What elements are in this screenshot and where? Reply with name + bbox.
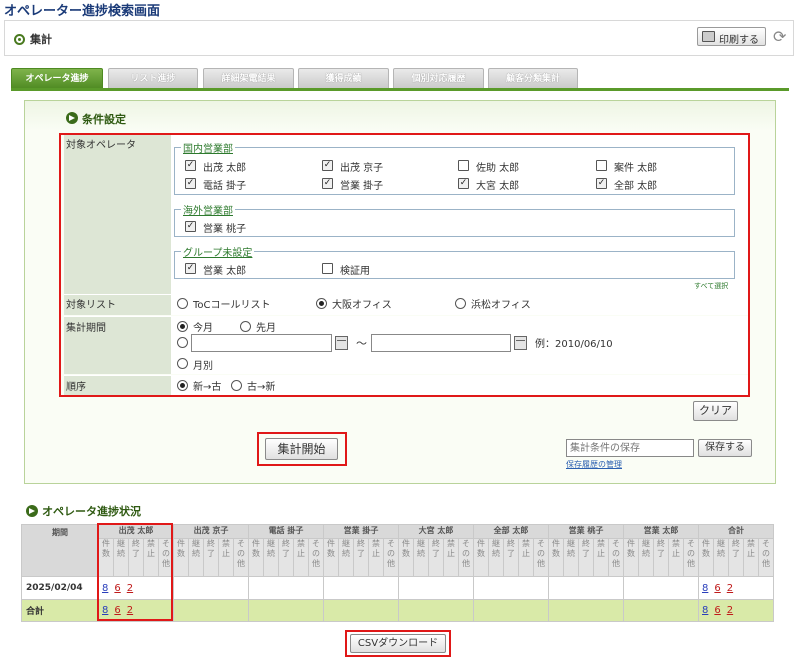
sub-header: 件数: [323, 538, 339, 577]
sub-header: 件数: [698, 538, 714, 577]
sub-header: 終了: [353, 538, 369, 577]
sub-header: 禁止: [293, 538, 309, 577]
sub-header: 終了: [428, 538, 444, 577]
tab-operator-progress[interactable]: オペレータ進捗: [11, 68, 103, 89]
count-link[interactable]: 8: [702, 605, 708, 616]
sub-header: 継続: [338, 538, 354, 577]
sub-header: その他: [683, 538, 699, 577]
print-button[interactable]: 印刷する: [697, 27, 766, 46]
row-label: 合計: [21, 599, 99, 622]
period-header: 期間: [21, 524, 99, 577]
sub-header: 終了: [203, 538, 219, 577]
operator-header: 合計: [698, 524, 774, 539]
section-bullet-icon: [14, 34, 25, 45]
tab-individual-history[interactable]: 個別対応履歴: [393, 68, 484, 89]
sub-header: 継続: [563, 538, 579, 577]
page-title: オペレーター進捗検索画面: [4, 4, 161, 19]
sub-header: 禁止: [218, 538, 234, 577]
save-condition-input[interactable]: [566, 439, 694, 457]
sub-header: 継続: [413, 538, 429, 577]
sub-header: 終了: [728, 538, 744, 577]
count-link[interactable]: 6: [714, 605, 720, 616]
sub-header: 禁止: [368, 538, 384, 577]
operator-header: 営業 掛子: [323, 524, 399, 539]
sub-header: その他: [533, 538, 549, 577]
count-link[interactable]: 6: [714, 583, 720, 594]
sub-header: 終了: [503, 538, 519, 577]
operator-header: 営業 太郎: [623, 524, 699, 539]
start-aggregation-button[interactable]: 集計開始: [265, 438, 338, 460]
sub-header: 継続: [188, 538, 204, 577]
sub-header: 件数: [248, 538, 264, 577]
sub-header: その他: [458, 538, 474, 577]
conditions-title: 条件設定: [82, 113, 126, 126]
tab-underline: [11, 88, 789, 91]
sub-header: 件数: [548, 538, 564, 577]
sub-header: その他: [233, 538, 249, 577]
sub-header: 禁止: [443, 538, 459, 577]
sub-header: その他: [758, 538, 774, 577]
sub-header: 件数: [173, 538, 189, 577]
highlight-box: [97, 523, 173, 621]
operator-header: 電話 掛子: [248, 524, 324, 539]
sub-header: 継続: [263, 538, 279, 577]
sub-header: 禁止: [668, 538, 684, 577]
count-link[interactable]: 2: [727, 583, 733, 594]
sub-header: 件数: [473, 538, 489, 577]
sub-header: その他: [308, 538, 324, 577]
operator-header: 営業 桃子: [548, 524, 624, 539]
count-link[interactable]: 8: [702, 583, 708, 594]
sub-header: 継続: [713, 538, 729, 577]
sub-header: 継続: [638, 538, 654, 577]
header-title: 集計: [30, 33, 52, 46]
print-label: 印刷する: [719, 35, 759, 46]
sub-header: その他: [608, 538, 624, 577]
clear-button[interactable]: クリア: [693, 401, 738, 421]
conditions-panel-header: [25, 101, 775, 131]
sub-header: 継続: [488, 538, 504, 577]
save-button[interactable]: 保存する: [698, 439, 752, 457]
count-link[interactable]: 2: [727, 605, 733, 616]
printer-icon: [702, 31, 715, 42]
header-bar: [4, 20, 794, 56]
sub-header: 終了: [578, 538, 594, 577]
sub-header: その他: [383, 538, 399, 577]
arrow-circle-icon: [26, 505, 38, 517]
highlight-box: [59, 133, 750, 397]
refresh-icon[interactable]: ⟳: [773, 27, 786, 46]
sub-header: 禁止: [743, 538, 759, 577]
status-title: オペレータ進捗状況: [42, 505, 141, 518]
row-label: 2025/02/04: [21, 576, 99, 600]
tab-list-progress[interactable]: リスト進捗: [108, 68, 198, 89]
tab-call-details[interactable]: 詳細架電結果: [203, 68, 294, 89]
tab-customer-classification[interactable]: 顧客分類集計: [488, 68, 578, 89]
sub-header: 禁止: [518, 538, 534, 577]
operator-header: 大宮 太郎: [398, 524, 474, 539]
csv-download-button[interactable]: CSVダウンロード: [350, 634, 446, 653]
arrow-circle-icon: [66, 112, 78, 124]
operator-header: 出茂 京子: [173, 524, 249, 539]
tab-acquisition[interactable]: 獲得成績: [298, 68, 389, 89]
sub-header: 終了: [278, 538, 294, 577]
operator-header: 全部 太郎: [473, 524, 549, 539]
sub-header: 禁止: [593, 538, 609, 577]
sub-header: 件数: [623, 538, 639, 577]
sub-header: 終了: [653, 538, 669, 577]
sub-header: 件数: [398, 538, 414, 577]
save-history-link[interactable]: 保存履歴の管理: [566, 459, 622, 470]
